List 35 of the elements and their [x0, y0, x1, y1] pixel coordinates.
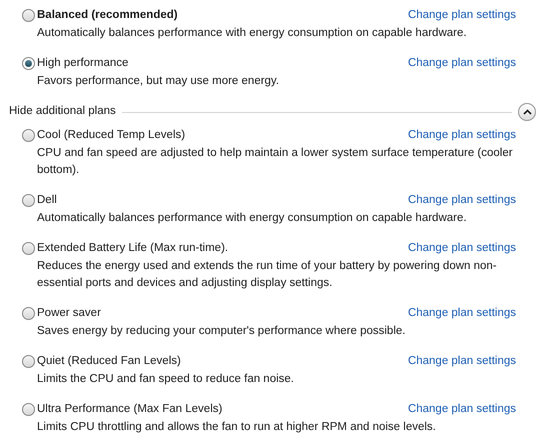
plan-name: Cool (Reduced Temp Levels) [37, 128, 186, 143]
radio-button[interactable] [22, 242, 35, 255]
plan-description: Automatically balances performance with energy consumption on capable hardware. [37, 26, 468, 41]
plan-description: Automatically balances performance with energy consumption on capable hardware. [37, 211, 468, 226]
change-plan-settings-link[interactable]: Change plan settings [408, 304, 516, 322]
radio-button[interactable] [22, 9, 35, 22]
plan-description: Limits the CPU and fan speed to reduce fan noise. [37, 372, 295, 387]
plan-description: Reduces the energy used and extends the run time of your battery by powering down non-essential ports and devices and adjusting display settings. [37, 259, 498, 291]
change-plan-settings-link[interactable]: Change plan settings [408, 54, 516, 72]
change-plan-settings-link[interactable]: Change plan settings [408, 352, 516, 370]
radio-button[interactable] [22, 57, 35, 70]
change-plan-settings-link[interactable]: Change plan settings [408, 192, 516, 210]
radio-button[interactable] [22, 403, 35, 416]
radio-button[interactable] [22, 355, 35, 368]
plan-name: High performance [37, 56, 128, 71]
radio-button[interactable] [22, 194, 35, 207]
radio-button[interactable] [22, 307, 35, 320]
plan-name: Dell [37, 192, 57, 208]
plan-description: Limits CPU throttling and allows the fan to run at higher RPM and noise levels. [37, 420, 437, 435]
plan-description: CPU and fan speed are adjusted to help maintain a lower system surface temperature (cooler bottom). [37, 146, 514, 178]
chevron-icon [522, 109, 532, 115]
change-plan-settings-link[interactable]: Change plan settings [408, 6, 516, 24]
section-label: Hide additional plans [9, 104, 116, 120]
plan-description: Saves energy by reducing your computer's performance where possible. [37, 324, 406, 339]
change-plan-settings-link[interactable]: Change plan settings [408, 240, 516, 258]
plan-name: Power saver [37, 306, 101, 321]
change-plan-settings-link[interactable]: Change plan settings [408, 400, 516, 418]
plan-name: Ultra Performance (Max Fan Levels) [37, 402, 222, 417]
plan-name: Balanced (recommended) [37, 8, 178, 23]
collapse-button[interactable] [518, 103, 536, 121]
plan-name: Extended Battery Life (Max run-time). [37, 240, 228, 256]
radio-button[interactable] [22, 129, 35, 142]
change-plan-settings-link[interactable]: Change plan settings [408, 126, 516, 144]
plan-description: Favors performance, but may use more energy. [37, 74, 280, 89]
plan-name: Quiet (Reduced Fan Levels) [37, 354, 181, 369]
